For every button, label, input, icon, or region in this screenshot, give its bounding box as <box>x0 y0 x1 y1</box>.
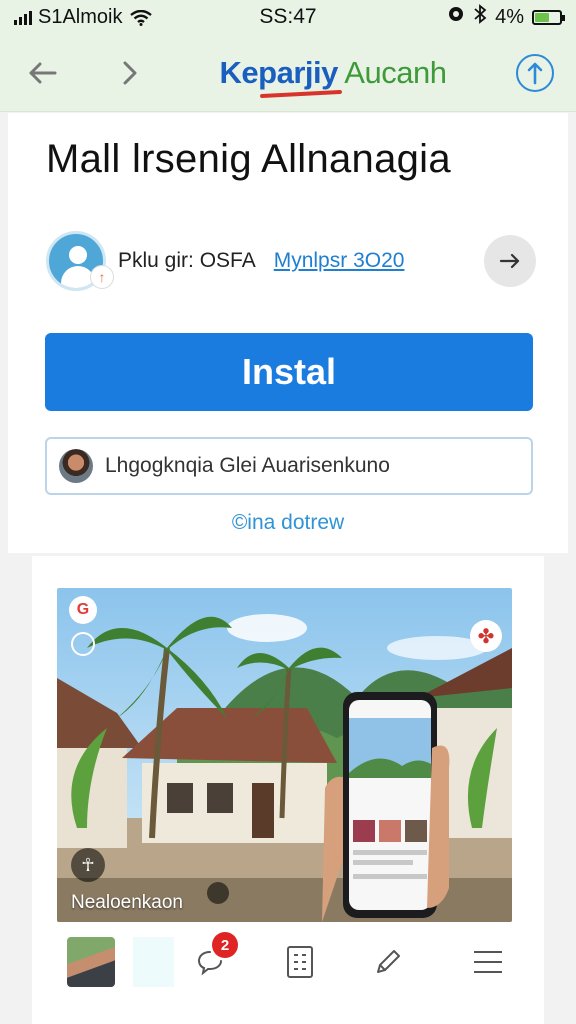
menu-button[interactable] <box>464 938 512 986</box>
see-more-link[interactable]: ©ina dotrew <box>8 511 568 535</box>
install-button[interactable]: Instal <box>45 333 533 411</box>
author-name: Pklu gir: OSFA <box>118 249 256 272</box>
battery-percent: 4% <box>495 5 524 28</box>
alarm-icon <box>447 5 465 29</box>
notification-badge: 2 <box>212 932 238 958</box>
browser-nav-bar: Keparjiy Aucanh <box>0 34 576 112</box>
chat-button[interactable]: 2 <box>186 932 238 986</box>
camera-icon <box>207 882 229 904</box>
search-placeholder: Lhgogknqia Glei Auarisenkuno <box>105 454 390 477</box>
preview-caption: Nealoenkaon <box>71 892 183 913</box>
search-avatar <box>59 449 93 483</box>
empty-slot <box>133 937 174 987</box>
back-button[interactable] <box>22 53 62 93</box>
chevron-right-icon <box>123 61 137 84</box>
brand-name-secondary: Aucanh <box>344 54 447 90</box>
author-next-button[interactable] <box>484 235 536 287</box>
share-up-icon <box>527 62 543 84</box>
author-link[interactable]: Mynlpsr 3O20 <box>274 249 405 273</box>
loop-icon <box>71 632 95 656</box>
brand-logo: Keparjiy Aucanh <box>150 55 516 91</box>
fan-icon[interactable]: ✤ <box>470 620 502 652</box>
grid-doc-icon <box>287 946 313 978</box>
arrow-right-icon <box>499 253 520 269</box>
avatar-badge-icon: ↑ <box>90 265 114 289</box>
brand-name-primary: Keparjiy <box>219 54 339 90</box>
grid-doc-button[interactable] <box>276 938 324 986</box>
share-button[interactable] <box>516 53 554 92</box>
forward-button[interactable] <box>110 53 150 93</box>
photo-thumbnail[interactable] <box>67 937 115 987</box>
carrier-name: S1Almoik <box>38 5 123 28</box>
edit-button[interactable] <box>364 938 412 986</box>
pen-icon <box>377 950 400 973</box>
bottom-toolbar: 2 <box>57 930 512 994</box>
preview-image[interactable]: G ✤ ☥ Nealoenkaon <box>57 588 512 922</box>
page-title: Mall lrsenig Allnanagia <box>46 137 451 181</box>
person-walk-icon: ☥ <box>71 848 105 882</box>
battery-icon <box>532 9 565 25</box>
status-bar: S1Almoik SS:47 4% <box>0 0 576 34</box>
arrow-left-icon <box>29 62 57 83</box>
wifi-icon <box>130 9 153 26</box>
bluetooth-icon <box>473 4 487 30</box>
search-input[interactable]: Lhgogknqia Glei Auarisenkuno <box>45 437 533 495</box>
signal-icon <box>14 9 32 25</box>
app-info-card: Mall lrsenig Allnanagia ↑ Pklu gir: OSFA… <box>8 113 568 553</box>
google-badge-icon: G <box>69 596 97 624</box>
menu-icon <box>474 951 502 973</box>
author-row: ↑ Pklu gir: OSFA Mynlpsr 3O20 <box>46 231 536 291</box>
